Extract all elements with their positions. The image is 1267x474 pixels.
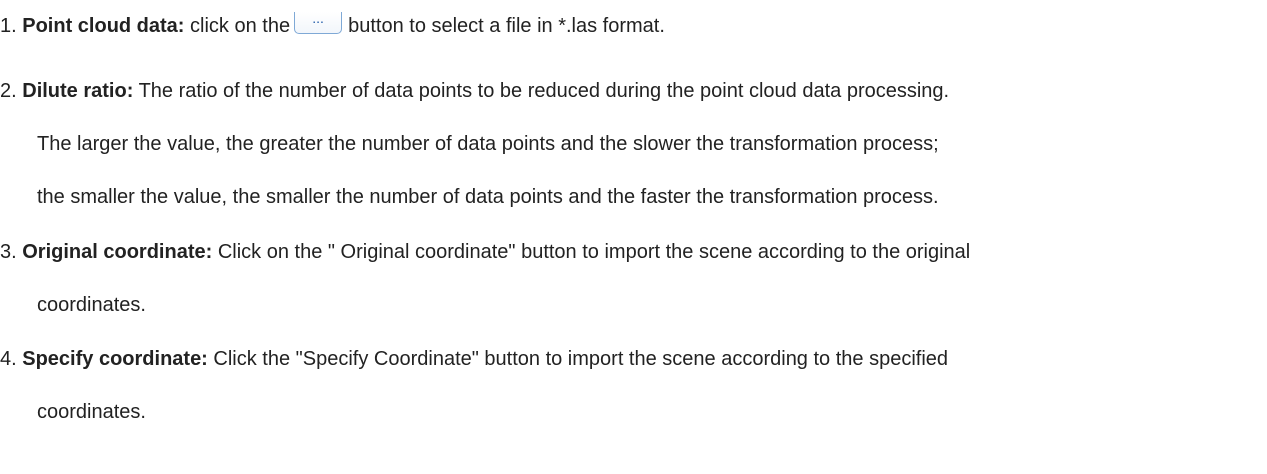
term-point-cloud-data: Point cloud data: xyxy=(22,15,185,37)
item-text: Click the "Specify Coordinate" button to… xyxy=(213,348,949,370)
item-text: button to select a file in *.las format. xyxy=(348,15,665,37)
item-number: 4. xyxy=(0,348,17,370)
ellipsis-icon: ... xyxy=(312,10,324,26)
browse-button[interactable]: ... xyxy=(294,10,343,34)
item-number: 2. xyxy=(0,80,17,102)
item-3-line-1: 3. Original coordinate: Click on the " O… xyxy=(0,239,970,265)
term-original-coordinate: Original coordinate: xyxy=(22,241,213,263)
term-dilute-ratio: Dilute ratio: xyxy=(22,80,134,102)
item-text: The ratio of the number of data points t… xyxy=(138,80,950,102)
item-text: the smaller the value, the smaller the n… xyxy=(37,186,939,208)
item-text: coordinates. xyxy=(37,294,146,316)
item-1-line-1: 1. Point cloud data: click on the... butt… xyxy=(0,10,665,38)
item-number: 1. xyxy=(0,15,17,37)
term-specify-coordinate: Specify coordinate: xyxy=(22,348,208,370)
item-number: 3. xyxy=(0,241,17,263)
item-text: click on the xyxy=(190,15,291,37)
item-3-line-2: coordinates. xyxy=(37,292,146,318)
item-text: coordinates. xyxy=(37,401,146,423)
item-2-line-2: The larger the value, the greater the nu… xyxy=(37,131,939,157)
item-4-line-1: 4. Specify coordinate: Click the "Specif… xyxy=(0,346,948,372)
item-2-line-1: 2. Dilute ratio: The ratio of the number… xyxy=(0,78,949,104)
item-2-line-3: the smaller the value, the smaller the n… xyxy=(37,184,939,210)
item-4-line-2: coordinates. xyxy=(37,399,146,425)
item-text: Click on the " Original coordinate" butt… xyxy=(217,241,971,263)
item-text: The larger the value, the greater the nu… xyxy=(37,133,939,155)
